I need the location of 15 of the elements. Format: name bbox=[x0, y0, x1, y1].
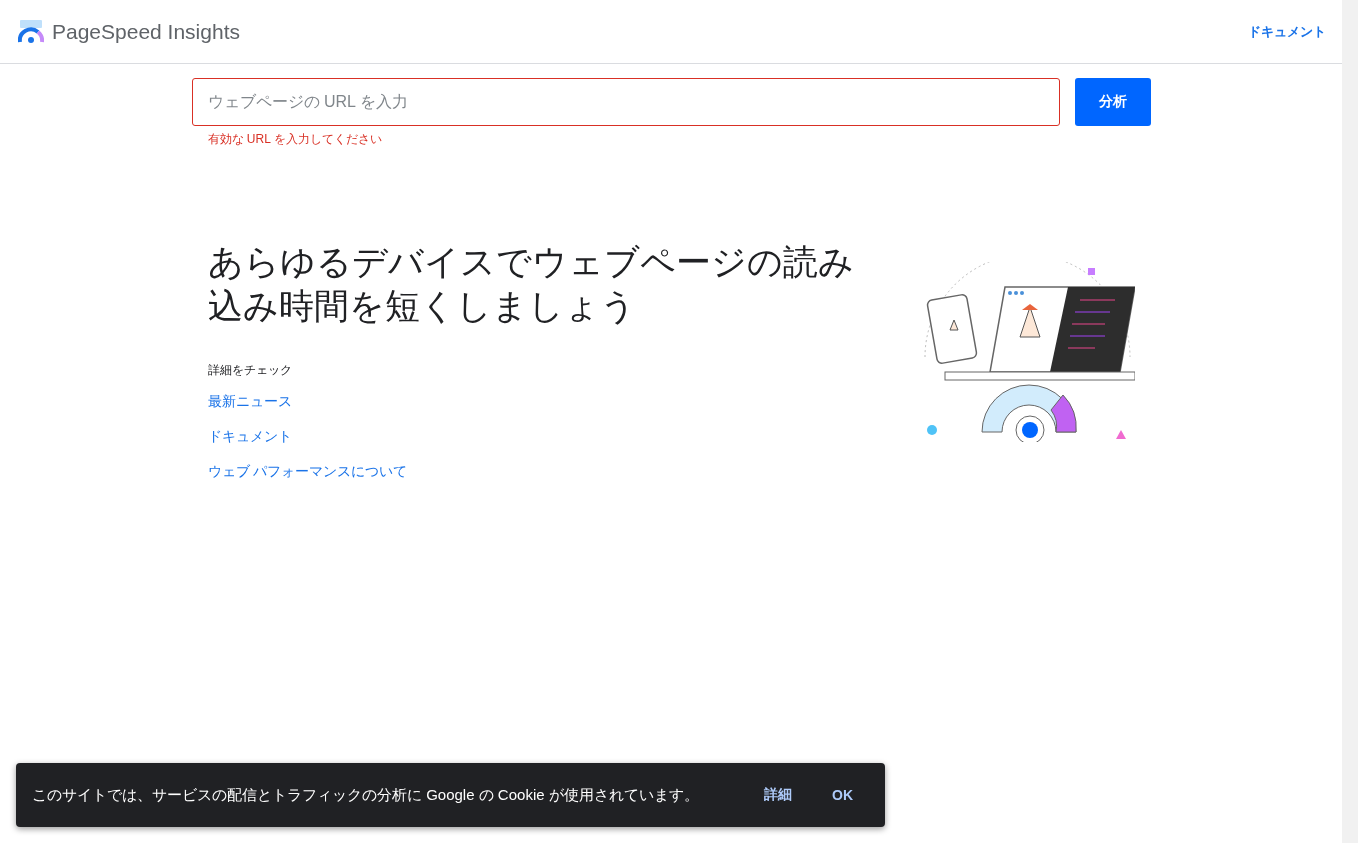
cookie-button[interactable]: 詳細 bbox=[748, 778, 808, 812]
info-link[interactable]: 最新ニュース bbox=[207, 393, 292, 411]
scrollbar[interactable] bbox=[1342, 0, 1358, 843]
error-message: 有効な URL を入力してください bbox=[207, 131, 383, 148]
info-link[interactable]: ドキュメント bbox=[207, 428, 292, 446]
speedometer-logo-icon bbox=[18, 19, 44, 44]
hero-heading: あらゆるデバイスでウェブページの読み込み時間を短くしましょう bbox=[207, 241, 855, 327]
links-label: 詳細をチェック bbox=[207, 362, 293, 379]
info-link[interactable]: ウェブ パフォーマンスについて bbox=[207, 463, 408, 481]
url-input-field[interactable]: ウェブページの URL を入力 bbox=[191, 78, 1060, 126]
cookie-button[interactable]: OK bbox=[816, 779, 869, 811]
app-title: PageSpeed Insights bbox=[52, 19, 240, 44]
cookie-message: このサイトでは、サービスの配信とトラフィックの分析に Google の Cookie が使用されています。 bbox=[32, 785, 700, 805]
documentation-link[interactable]: ドキュメント bbox=[1248, 22, 1326, 41]
analyze-button[interactable]: 分析 bbox=[1074, 78, 1151, 126]
